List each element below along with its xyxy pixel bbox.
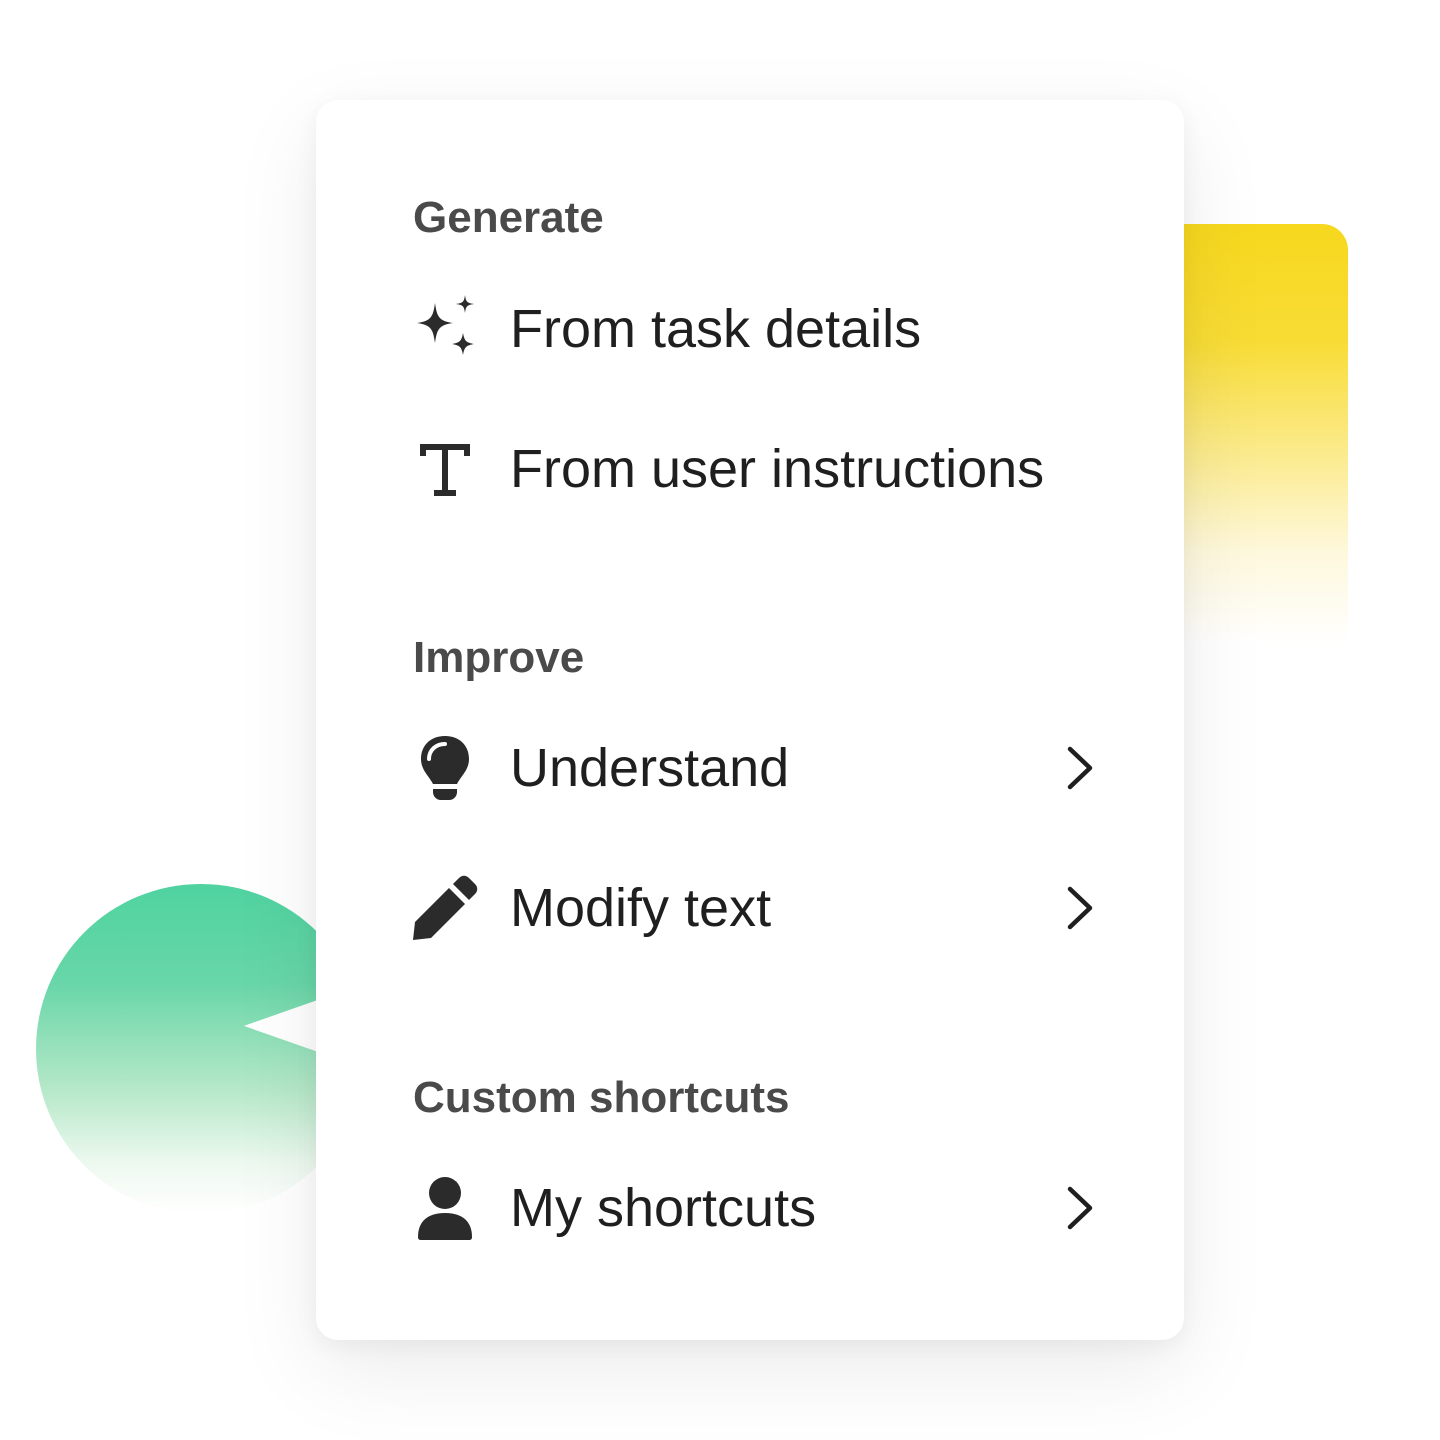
menu-item-from-task-details[interactable]: From task details [410,284,1100,374]
chevron-right-icon [1060,882,1100,934]
section-title-improve: Improve [413,633,585,682]
sparkles-icon [410,294,480,364]
chevron-right-icon [1060,1182,1100,1234]
menu-item-understand[interactable]: Understand [410,723,1100,813]
user-icon [410,1173,480,1243]
menu-item-label: From task details [510,299,922,359]
chevron-right-icon [1060,742,1100,794]
section-title-custom-shortcuts: Custom shortcuts [413,1073,790,1122]
menu-item-label: Modify text [510,878,772,938]
text-type-icon [410,434,480,504]
menu-item-label: My shortcuts [510,1178,817,1238]
ai-actions-menu: Generate From task details From user ins… [316,100,1184,1340]
lightbulb-icon [410,733,480,803]
menu-item-my-shortcuts[interactable]: My shortcuts [410,1163,1100,1253]
menu-item-from-user-instructions[interactable]: From user instructions [410,424,1100,514]
menu-item-modify-text[interactable]: Modify text [410,863,1100,953]
section-title-generate: Generate [413,193,604,242]
menu-item-label: From user instructions [510,439,1045,499]
pencil-icon [410,873,480,943]
stage: Generate From task details From user ins… [0,0,1440,1440]
menu-item-label: Understand [510,738,790,798]
